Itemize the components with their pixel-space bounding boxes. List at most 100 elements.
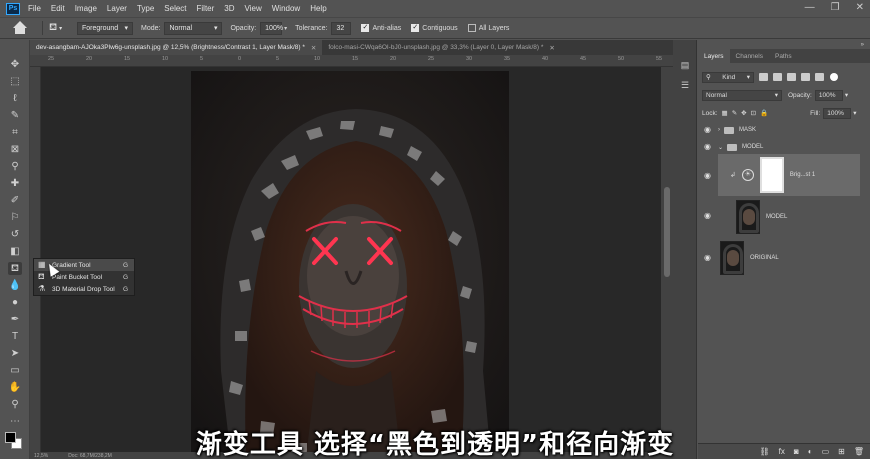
tolerance-input[interactable]: 32 <box>331 21 352 35</box>
lock-all-icon[interactable]: 🔒 <box>760 109 768 117</box>
rectangle-tool-icon[interactable]: ▭ <box>8 364 22 377</box>
lock-transparent-icon[interactable]: ▦ <box>722 109 728 117</box>
shape-filter-icon[interactable] <box>801 73 810 81</box>
opacity-input[interactable]: 100% <box>260 21 283 35</box>
lasso-tool-icon[interactable]: ℓ <box>8 92 22 105</box>
menu-3d[interactable]: 3D <box>224 4 234 13</box>
tab-document-2[interactable]: folco-masi-CWqa6OI-bJ0-unsplash.jpg @ 33… <box>322 40 561 55</box>
layer-opacity-input[interactable]: 100% <box>814 89 843 101</box>
menu-select[interactable]: Select <box>164 4 186 13</box>
collapse-panel-icon[interactable]: » <box>861 42 864 48</box>
lock-artboard-icon[interactable]: ⊡ <box>751 109 756 117</box>
frame-tool-icon[interactable]: ⊠ <box>8 143 22 156</box>
eyedropper-tool-icon[interactable]: ⚲ <box>8 160 22 173</box>
vertical-scrollbar[interactable] <box>661 67 673 452</box>
paint-bucket-tool-icon[interactable]: ⛾ <box>8 262 22 275</box>
menu-help[interactable]: Help <box>310 4 326 13</box>
layer-group-mask[interactable]: › MASK <box>718 123 860 137</box>
tab-paths[interactable]: Paths <box>769 49 798 63</box>
fill-source-dropdown[interactable]: Foreground ▾ <box>77 21 133 35</box>
tab-layers[interactable]: Layers <box>698 49 730 63</box>
menu-view[interactable]: View <box>245 4 262 13</box>
all-layers-option[interactable]: All Layers <box>467 24 509 32</box>
layer-name: MODEL <box>766 214 788 220</box>
layer-model[interactable]: MODEL <box>718 198 860 236</box>
zoom-tool-icon[interactable]: ⚲ <box>8 398 22 411</box>
ruler-tick-label: 0 <box>238 56 242 62</box>
contiguous-option[interactable]: ✓ Contiguous <box>411 24 458 32</box>
tool-preset-picker[interactable]: ⛾ ▾ <box>49 21 71 35</box>
tab-document-1[interactable]: dev-asangbam-AJOka3Plw6g-unsplash.jpg @ … <box>30 40 323 55</box>
hand-tool-icon[interactable]: ✋ <box>8 381 22 394</box>
chevron-right-icon[interactable]: › <box>718 127 720 133</box>
dodge-tool-icon[interactable]: ● <box>8 296 22 309</box>
chevron-down-icon[interactable]: ⌄ <box>718 144 723 151</box>
contiguous-checkbox[interactable]: ✓ <box>411 24 420 32</box>
blend-mode-dropdown[interactable]: Normal ▾ <box>702 89 782 101</box>
clipping-arrow-icon: ↲ <box>730 172 736 179</box>
home-icon[interactable] <box>12 21 28 35</box>
all-layers-checkbox[interactable] <box>467 24 476 32</box>
filter-toggle-icon[interactable] <box>830 73 838 81</box>
eye-icon[interactable]: ◉ <box>704 254 714 262</box>
brush-tool-icon[interactable]: ✐ <box>8 194 22 207</box>
properties-panel-icon[interactable]: ☰ <box>679 80 691 90</box>
restore-icon[interactable]: ❐ <box>831 2 840 13</box>
menu-filter[interactable]: Filter <box>197 4 215 13</box>
fill-label: Fill: <box>810 109 821 117</box>
close-tab-icon[interactable]: ✕ <box>549 44 554 52</box>
pen-tool-icon[interactable]: ✒ <box>8 313 22 326</box>
close-tab-icon[interactable]: ✕ <box>311 44 316 52</box>
move-tool-icon[interactable]: ✥ <box>8 58 22 71</box>
chevron-down-icon[interactable]: ▾ <box>284 25 287 32</box>
history-brush-icon[interactable]: ↺ <box>8 228 22 241</box>
adjustment-filter-icon[interactable] <box>773 73 782 81</box>
marquee-tool-icon[interactable]: ⬚ <box>8 75 22 88</box>
flyout-3d-material-drop-tool[interactable]: ⚗ 3D Material Drop Tool G <box>34 283 134 295</box>
menu-window[interactable]: Window <box>272 4 300 13</box>
layer-mask-thumbnail[interactable] <box>759 157 784 193</box>
lock-image-icon[interactable]: ✎ <box>732 109 737 117</box>
menu-edit[interactable]: Edit <box>51 4 65 13</box>
type-filter-icon[interactable] <box>787 73 796 81</box>
panel-icon-strip: ▤ ☰ <box>673 40 697 459</box>
layer-original[interactable]: ORIGINAL <box>718 239 860 277</box>
path-selection-icon[interactable]: ➤ <box>8 347 22 360</box>
smart-object-filter-icon[interactable] <box>815 73 824 81</box>
eye-icon[interactable]: ◉ <box>704 126 714 134</box>
tab-channels[interactable]: Channels <box>730 49 769 63</box>
clone-stamp-icon[interactable]: ⚐ <box>8 211 22 224</box>
minimize-icon[interactable]: — <box>805 2 815 13</box>
eraser-tool-icon[interactable]: ◧ <box>8 245 22 258</box>
kind-filter-dropdown[interactable]: ⚲ Kind ▾ <box>702 71 754 83</box>
history-panel-icon[interactable]: ▤ <box>679 60 691 70</box>
eye-icon[interactable]: ◉ <box>704 212 714 220</box>
anti-alias-option[interactable]: ✓ Anti-alias <box>361 24 401 32</box>
healing-brush-icon[interactable]: ✚ <box>8 177 22 190</box>
layer-brightness-contrast[interactable]: ↲ ☀ Brig...st 1 <box>718 154 860 196</box>
blur-tool-icon[interactable]: 💧 <box>8 279 22 292</box>
quick-select-tool-icon[interactable]: ✎ <box>8 109 22 122</box>
eye-icon[interactable]: ◉ <box>704 143 714 151</box>
eye-icon[interactable]: ◉ <box>704 172 714 180</box>
layer-group-model[interactable]: ⌄ MODEL <box>718 140 860 154</box>
mode-dropdown[interactable]: Normal ▾ <box>164 21 223 35</box>
document-image[interactable] <box>191 71 509 459</box>
flyout-item-label: Gradient Tool <box>52 261 91 269</box>
menu-image[interactable]: Image <box>75 4 97 13</box>
chevron-down-icon[interactable]: ▾ <box>845 91 848 99</box>
anti-alias-checkbox[interactable]: ✓ <box>361 24 370 32</box>
lock-position-icon[interactable]: ✥ <box>741 109 746 117</box>
fill-source-value: Foreground <box>82 24 119 32</box>
close-icon[interactable]: ✕ <box>856 2 864 13</box>
crop-tool-icon[interactable]: ⌗ <box>8 126 22 139</box>
chevron-down-icon[interactable]: ▾ <box>853 109 856 117</box>
scrollbar-thumb[interactable] <box>664 187 670 277</box>
menu-type[interactable]: Type <box>137 4 154 13</box>
menu-layer[interactable]: Layer <box>107 4 127 13</box>
type-tool-icon[interactable]: T <box>8 330 22 343</box>
pixel-filter-icon[interactable] <box>759 73 768 81</box>
fill-input[interactable]: 100% <box>823 107 852 119</box>
menu-file[interactable]: File <box>28 4 41 13</box>
layers-panel: » Layers Channels Paths ⚲ Kind ▾ Normal ▾ O… <box>698 40 870 459</box>
